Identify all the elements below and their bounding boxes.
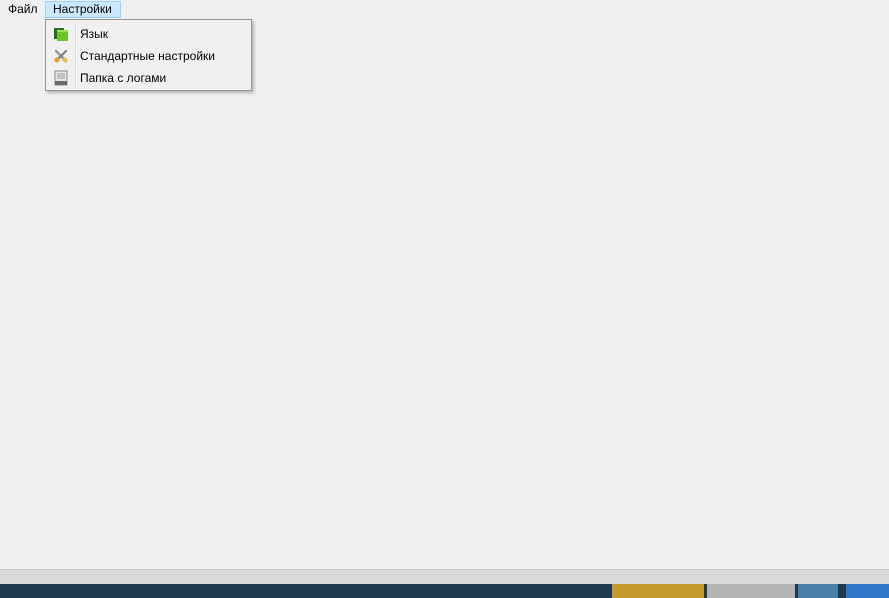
language-icon bbox=[53, 26, 69, 42]
taskbar-item-4[interactable] bbox=[846, 584, 889, 598]
taskbar-item-1[interactable] bbox=[612, 584, 704, 598]
menu-settings[interactable]: Настройки bbox=[45, 1, 121, 18]
menu-item-default-settings[interactable]: Стандартные настройки bbox=[48, 45, 249, 67]
menu-item-language[interactable]: Язык bbox=[48, 23, 249, 45]
status-bar bbox=[0, 570, 889, 584]
menu-item-log-folder-label: Папка с логами bbox=[80, 71, 167, 85]
default-settings-icon bbox=[53, 48, 69, 64]
settings-dropdown-menu: Язык Стандартные настройки Папка с логам… bbox=[45, 19, 252, 91]
menu-file[interactable]: Файл bbox=[1, 1, 44, 18]
menu-item-log-folder[interactable]: Папка с логами bbox=[48, 67, 249, 89]
log-folder-icon bbox=[53, 70, 69, 86]
menu-bar: Файл Настройки bbox=[0, 0, 889, 20]
taskbar bbox=[0, 584, 889, 598]
taskbar-item-3[interactable] bbox=[798, 584, 838, 598]
menu-item-language-label: Язык bbox=[80, 27, 109, 41]
menu-item-default-settings-label: Стандартные настройки bbox=[80, 49, 215, 63]
taskbar-item-2[interactable] bbox=[707, 584, 795, 598]
